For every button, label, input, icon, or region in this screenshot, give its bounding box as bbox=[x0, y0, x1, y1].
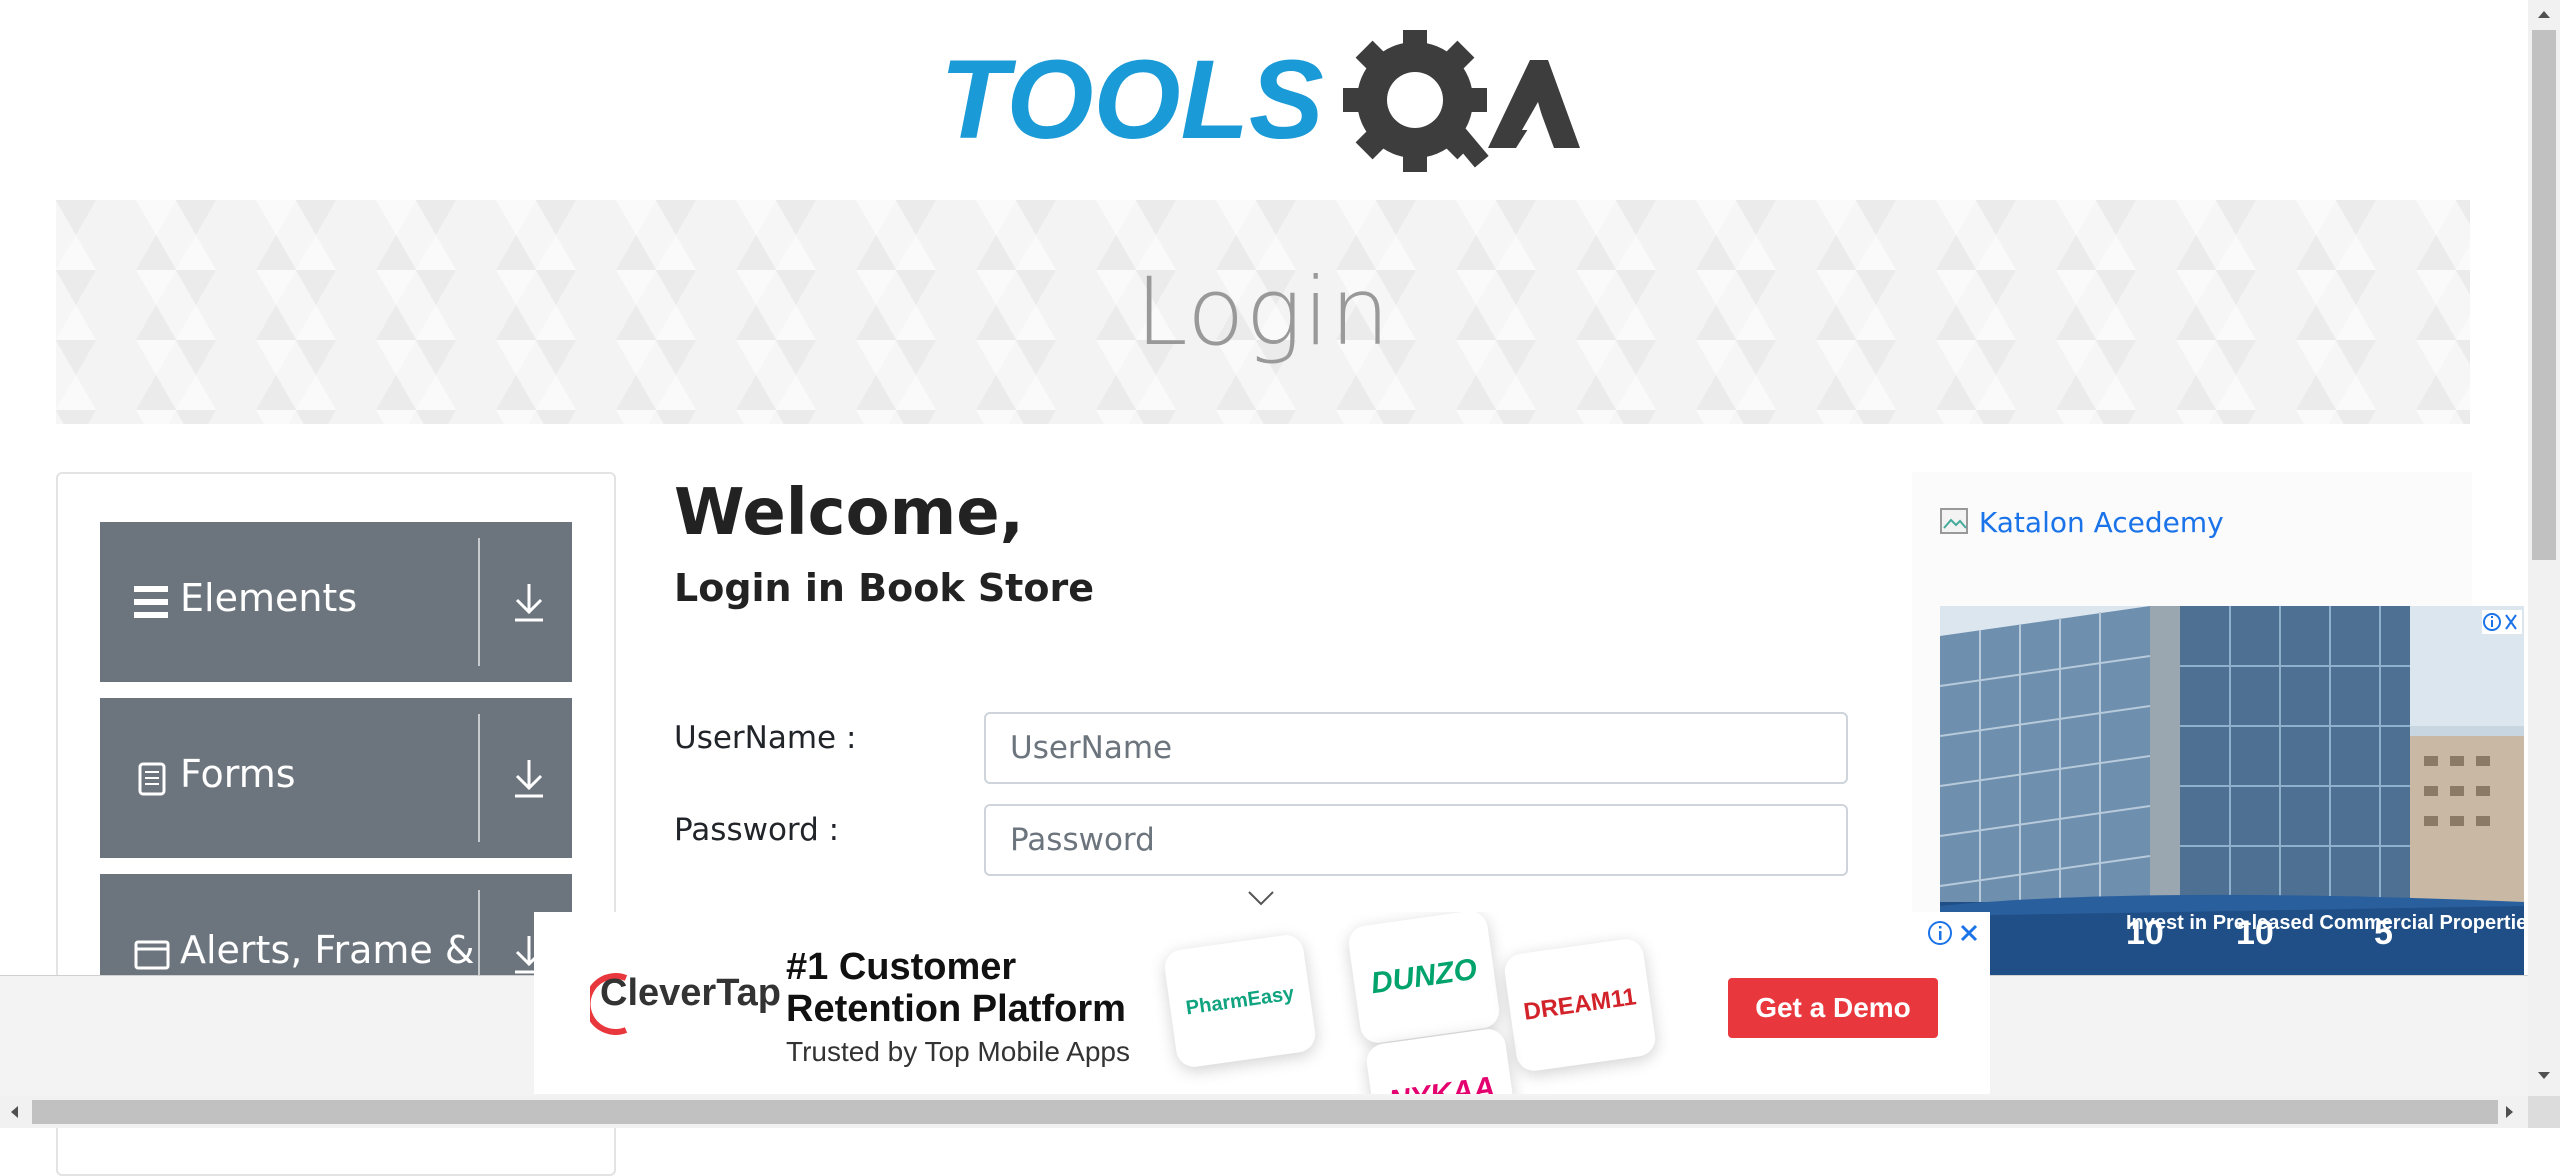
divider bbox=[478, 538, 480, 666]
document-icon bbox=[134, 758, 170, 798]
katalon-ad-link[interactable]: Katalon Acedemy bbox=[1940, 506, 2224, 539]
welcome-heading: Welcome, bbox=[674, 476, 1024, 550]
ad-subheadline: Trusted by Top Mobile Apps bbox=[786, 1036, 1130, 1067]
ad-close-icon[interactable] bbox=[1926, 918, 1986, 953]
toolsqa-logo[interactable]: TOOLS bbox=[940, 28, 1590, 180]
sidebar-group-elements[interactable]: Elements bbox=[100, 522, 572, 682]
password-input[interactable] bbox=[984, 804, 1848, 876]
broken-image-icon bbox=[1940, 506, 1979, 539]
ad-caption: Invest in Pre-leased Commercial Properti… bbox=[2126, 912, 2524, 934]
horizontal-scrollbar[interactable] bbox=[0, 1096, 2528, 1128]
scroll-up-icon[interactable] bbox=[2536, 8, 2552, 20]
username-label: UserName : bbox=[674, 720, 857, 756]
sidebar-group-label: Alerts, Frame & bbox=[180, 928, 475, 972]
app-tile-dream11: DREAM11 bbox=[1502, 936, 1658, 1074]
vertical-scroll-thumb[interactable] bbox=[2532, 30, 2556, 560]
building-ad-image[interactable]: 10 10 5 Invest in Pre-leased Commercial … bbox=[1940, 606, 2524, 986]
ad-choices-icon[interactable] bbox=[2482, 610, 2522, 639]
divider bbox=[478, 714, 480, 842]
katalon-alt-text: Katalon Acedemy bbox=[1978, 506, 2224, 539]
logo-tools-text: TOOLS bbox=[940, 37, 1324, 162]
page-title: Login bbox=[1135, 258, 1391, 367]
gear-q-icon bbox=[1343, 28, 1489, 172]
ad-headline: #1 Customer bbox=[786, 946, 1017, 988]
horizontal-scroll-thumb[interactable] bbox=[32, 1100, 2498, 1124]
download-arrow-icon[interactable] bbox=[508, 580, 550, 624]
scroll-down-icon[interactable] bbox=[2536, 1070, 2552, 1082]
scrollbar-corner bbox=[2528, 1096, 2560, 1128]
username-input[interactable] bbox=[984, 712, 1848, 784]
sidebar-group-forms[interactable]: Forms bbox=[100, 698, 572, 858]
clevertap-ad-banner[interactable]: CleverTap #1 Customer Retention Platform… bbox=[534, 912, 1990, 1094]
page-header-banner: Login bbox=[56, 200, 2470, 424]
sidebar-group-label: Elements bbox=[180, 576, 358, 620]
login-subtitle: Login in Book Store bbox=[674, 566, 1094, 610]
vertical-scrollbar[interactable] bbox=[2528, 0, 2560, 1096]
scroll-left-icon[interactable] bbox=[8, 1104, 20, 1120]
ad-headline: Retention Platform bbox=[786, 988, 1126, 1030]
window-icon bbox=[134, 934, 170, 974]
get-demo-button[interactable]: Get a Demo bbox=[1728, 978, 1938, 1038]
download-arrow-icon[interactable] bbox=[508, 756, 550, 800]
logo-a-shape bbox=[1488, 60, 1580, 148]
scroll-right-icon[interactable] bbox=[2504, 1104, 2516, 1120]
app-tile-pharmeasy: PharmEasy bbox=[1162, 932, 1318, 1070]
app-tile-dunzo: DUNZO bbox=[1346, 912, 1502, 1046]
password-label: Password : bbox=[674, 812, 840, 848]
hamburger-icon bbox=[134, 582, 170, 622]
chevron-down-icon[interactable] bbox=[1246, 888, 1276, 913]
clevertap-logo-text: CleverTap bbox=[600, 972, 781, 1014]
sidebar-group-label: Forms bbox=[180, 752, 296, 796]
